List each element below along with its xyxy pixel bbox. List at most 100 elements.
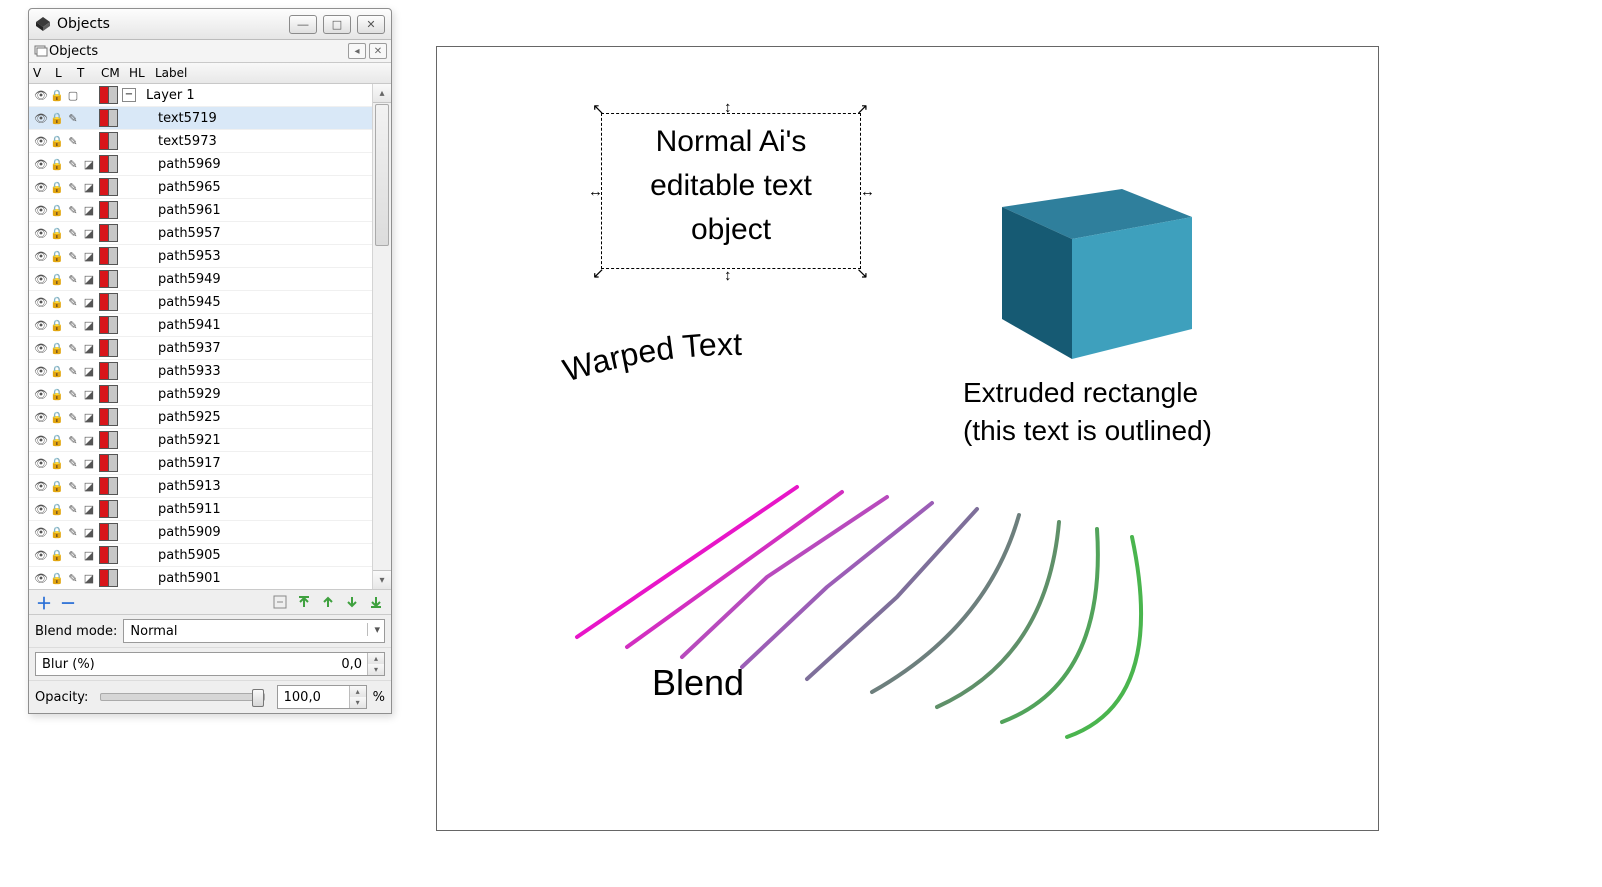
selection-handle-icon[interactable]: ↔ [860, 184, 874, 198]
object-row[interactable]: 👁🔒✎text5973 [29, 130, 372, 153]
col-hl[interactable]: HL [125, 66, 151, 80]
type-icon[interactable]: ✎ [65, 432, 81, 448]
object-row[interactable]: 👁🔒✎◪path5965 [29, 176, 372, 199]
remove-object-button[interactable]: － [59, 593, 77, 611]
visibility-icon[interactable]: 👁 [33, 478, 49, 494]
move-down-button[interactable] [343, 593, 361, 611]
opacity-slider[interactable] [100, 693, 264, 701]
text-object[interactable]: Normal Ai's editable text object [602, 120, 860, 252]
color-swatch[interactable] [109, 408, 118, 426]
type-icon[interactable]: ✎ [65, 317, 81, 333]
type-icon[interactable]: ✎ [65, 524, 81, 540]
color-swatch[interactable] [99, 201, 109, 219]
type-icon[interactable]: ✎ [65, 271, 81, 287]
type-icon[interactable]: ✎ [65, 386, 81, 402]
color-swatch[interactable] [109, 316, 118, 334]
color-swatch[interactable] [99, 270, 109, 288]
color-swatch[interactable] [109, 247, 118, 265]
visibility-icon[interactable]: 👁 [33, 501, 49, 517]
type-icon[interactable]: ✎ [65, 294, 81, 310]
object-row[interactable]: 👁🔒✎◪path5911 [29, 498, 372, 521]
color-swatch[interactable] [109, 454, 118, 472]
type-icon[interactable]: ✎ [65, 501, 81, 517]
type-icon[interactable]: ✎ [65, 409, 81, 425]
clipmask-icon[interactable]: ◪ [81, 179, 97, 195]
dock-header[interactable]: Objects ◂ ✕ [29, 40, 391, 63]
color-swatch[interactable] [109, 362, 118, 380]
object-row[interactable]: 👁🔒✎◪path5905 [29, 544, 372, 567]
object-row[interactable]: 👁🔒✎◪path5937 [29, 337, 372, 360]
move-bottom-button[interactable] [367, 593, 385, 611]
opacity-input[interactable]: 100,0 ▴▾ [277, 685, 367, 709]
visibility-icon[interactable]: 👁 [33, 386, 49, 402]
color-swatch[interactable] [99, 362, 109, 380]
clipmask-icon[interactable]: ◪ [81, 524, 97, 540]
color-swatch[interactable] [99, 247, 109, 265]
type-icon[interactable]: ✎ [65, 179, 81, 195]
selection-handle-icon[interactable]: ↕ [724, 100, 738, 114]
clipmask-icon[interactable]: ◪ [81, 386, 97, 402]
clipmask-icon[interactable]: ◪ [81, 363, 97, 379]
visibility-icon[interactable]: 👁 [33, 271, 49, 287]
visibility-icon[interactable]: 👁 [33, 570, 49, 586]
opacity-spin-down[interactable]: ▾ [350, 697, 366, 708]
minimize-button[interactable]: ― [289, 15, 317, 34]
clipmask-icon[interactable]: ◪ [81, 248, 97, 264]
visibility-icon[interactable]: 👁 [33, 248, 49, 264]
color-swatch[interactable] [99, 454, 109, 472]
move-up-button[interactable] [319, 593, 337, 611]
color-swatch[interactable] [99, 500, 109, 518]
col-label[interactable]: Label [151, 66, 187, 80]
type-icon[interactable]: ✎ [65, 455, 81, 471]
visibility-icon[interactable]: 👁 [33, 409, 49, 425]
visibility-icon[interactable]: 👁 [33, 432, 49, 448]
blend-object[interactable] [567, 467, 1187, 767]
visibility-icon[interactable]: 👁 [33, 87, 49, 103]
clipmask-icon[interactable]: ◪ [81, 547, 97, 563]
clipmask-icon[interactable]: ◪ [81, 225, 97, 241]
object-row[interactable]: 👁🔒✎◪path5969 [29, 153, 372, 176]
selection-handle-icon[interactable]: ↗ [856, 102, 870, 116]
color-swatch[interactable] [99, 431, 109, 449]
color-swatch[interactable] [99, 385, 109, 403]
type-icon[interactable]: ✎ [65, 570, 81, 586]
color-swatch[interactable] [109, 500, 118, 518]
visibility-icon[interactable]: 👁 [33, 524, 49, 540]
color-swatch[interactable] [109, 431, 118, 449]
opacity-knob[interactable] [252, 689, 264, 707]
color-swatch[interactable] [109, 523, 118, 541]
dock-close-button[interactable]: ✕ [369, 43, 387, 59]
lock-icon[interactable]: 🔒 [49, 248, 65, 264]
color-swatch[interactable] [99, 569, 109, 587]
object-row[interactable]: 👁🔒✎◪path5929 [29, 383, 372, 406]
type-icon[interactable]: ✎ [65, 133, 81, 149]
lock-icon[interactable]: 🔒 [49, 156, 65, 172]
lock-icon[interactable]: 🔒 [49, 340, 65, 356]
lock-icon[interactable]: 🔒 [49, 110, 65, 126]
visibility-icon[interactable]: 👁 [33, 317, 49, 333]
color-swatch[interactable] [109, 109, 118, 127]
color-swatch[interactable] [99, 316, 109, 334]
lock-icon[interactable]: 🔒 [49, 501, 65, 517]
color-swatch[interactable] [109, 385, 118, 403]
color-swatch[interactable] [109, 132, 118, 150]
object-row[interactable]: 👁🔒✎◪path5945 [29, 291, 372, 314]
color-swatch[interactable] [99, 109, 109, 127]
visibility-icon[interactable]: 👁 [33, 202, 49, 218]
visibility-icon[interactable]: 👁 [33, 547, 49, 563]
lock-icon[interactable]: 🔒 [49, 432, 65, 448]
lock-icon[interactable]: 🔒 [49, 133, 65, 149]
visibility-icon[interactable]: 👁 [33, 340, 49, 356]
opacity-spin-up[interactable]: ▴ [350, 686, 366, 697]
color-swatch[interactable] [99, 293, 109, 311]
type-icon[interactable]: ✎ [65, 202, 81, 218]
lock-icon[interactable]: 🔒 [49, 317, 65, 333]
blur-input[interactable]: Blur (%) 0,0 ▴▾ [35, 652, 385, 676]
lock-icon[interactable]: 🔒 [49, 87, 65, 103]
selection-handle-icon[interactable]: ↔ [588, 184, 602, 198]
clipmask-icon[interactable]: ◪ [81, 409, 97, 425]
object-row[interactable]: 👁🔒✎◪path5925 [29, 406, 372, 429]
visibility-icon[interactable]: 👁 [33, 110, 49, 126]
col-cm[interactable]: CM [97, 66, 125, 80]
dock-menu-button[interactable]: ◂ [348, 43, 366, 59]
